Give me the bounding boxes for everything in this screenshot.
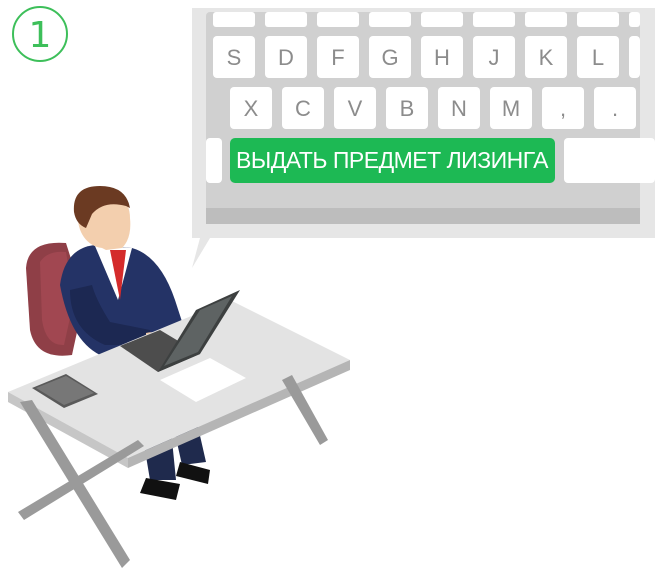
keyboard-key-bottom-5: M [490, 87, 532, 129]
keyboard-key-partial [213, 12, 255, 27]
keyboard-key-label: B [400, 96, 415, 121]
keyboard-key-partial [525, 12, 567, 27]
keyboard-key-bottom-7: . [594, 87, 636, 129]
keyboard-key-bottom-6: , [542, 87, 584, 129]
speech-bubble: S D F G H J K L X C V B N M,. ВЫДАТЬ ПРЕДМЕТ ЛИЗИНГА [192, 8, 655, 268]
keyboard-key-label: X [244, 96, 259, 121]
keyboard-key-bottom-2: V [334, 87, 376, 129]
keyboard-key-partial [265, 12, 307, 27]
keyboard-key-label: S [227, 45, 242, 70]
keyboard-key-top-4: H [421, 36, 463, 78]
keyboard-key-label: V [348, 96, 363, 121]
keyboard-key-partial [421, 12, 463, 27]
keyboard-key-label: G [381, 45, 398, 70]
keyboard-key-top-2: F [317, 36, 359, 78]
keyboard-key-label: M [502, 96, 520, 121]
keyboard-key-label: L [592, 45, 604, 70]
keyboard-key-label: H [434, 45, 450, 70]
keyboard-key-label: C [295, 96, 311, 121]
keyboard-key-top-0: S [213, 36, 255, 78]
keyboard-key-partial [577, 12, 619, 27]
keyboard-key-top-1: D [265, 36, 307, 78]
keyboard-key-top-3: G [369, 36, 411, 78]
keyboard-key-label: . [612, 96, 618, 121]
step-number: 1 [29, 15, 52, 56]
keyboard-key-partial [317, 12, 359, 27]
keyboard-key-bottom-4: N [438, 87, 480, 129]
keyboard-key-top-5: J [473, 36, 515, 78]
keyboard-key-label: N [451, 96, 467, 121]
issue-leasing-button-label: ВЫДАТЬ ПРЕДМЕТ ЛИЗИНГА [236, 147, 549, 173]
keyboard-key-partial [369, 12, 411, 27]
keyboard-edge [206, 208, 640, 224]
keyboard-key-bottom-3: B [386, 87, 428, 129]
keyboard-key-label: K [539, 45, 554, 70]
step-badge: 1 [12, 6, 68, 62]
keyboard-key-bottom-1: C [282, 87, 324, 129]
keyboard-key-bottom-0: X [230, 87, 272, 129]
keyboard-key-partial [629, 12, 640, 27]
desk-leg-cross [18, 440, 144, 520]
keyboard-key-partial [473, 12, 515, 27]
keyboard-key-label: J [489, 45, 500, 70]
keyboard-key-partial [629, 36, 640, 78]
keyboard-key-label: , [560, 96, 566, 121]
man-shoe-right [176, 462, 210, 484]
leasing-illustration: 1 S D F G H J K L X C V B N M,. ВЫДАТЬ ПРЕДМЕТ ЛИЗИН… [8, 6, 655, 568]
keyboard-key-right [564, 138, 655, 183]
keyboard-key-top-6: K [525, 36, 567, 78]
issue-leasing-button[interactable]: ВЫДАТЬ ПРЕДМЕТ ЛИЗИНГА [230, 138, 555, 183]
man-shoe-left [140, 478, 180, 500]
keyboard-key-label: D [278, 45, 294, 70]
keyboard-key-label: F [331, 45, 344, 70]
keyboard-key-left [206, 138, 222, 183]
keyboard-key-top-7: L [577, 36, 619, 78]
